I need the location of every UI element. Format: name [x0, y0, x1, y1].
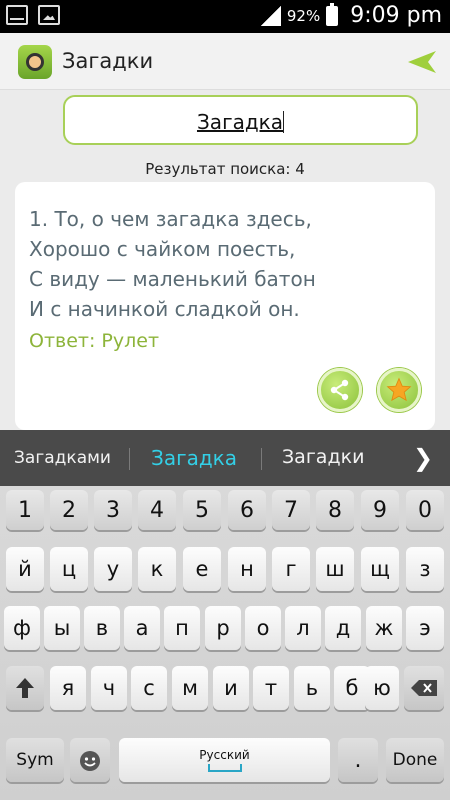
chevron-right-icon[interactable]: ❯ — [413, 444, 433, 472]
key[interactable]: 8 — [316, 490, 354, 530]
key[interactable]: м — [172, 666, 208, 710]
key[interactable]: ь — [294, 666, 330, 710]
emoji-icon — [80, 751, 100, 771]
key[interactable]: у — [94, 547, 132, 591]
period-key[interactable]: . — [338, 738, 378, 782]
key[interactable]: к — [138, 547, 176, 591]
signal-icon — [260, 5, 281, 26]
key[interactable]: 5 — [183, 490, 221, 530]
key[interactable]: с — [131, 666, 167, 710]
emoji-key[interactable] — [70, 738, 110, 782]
space-key[interactable]: Русский — [119, 738, 330, 782]
key[interactable]: 1 — [6, 490, 44, 530]
app-logo-icon — [18, 45, 52, 79]
text-cursor — [283, 111, 284, 133]
suggestion-item[interactable]: Загадками — [14, 448, 111, 468]
key[interactable]: ш — [316, 547, 354, 591]
riddle-card: 1. То, о чем загадка здесь, Хорошо с чай… — [15, 182, 435, 430]
shift-key[interactable] — [6, 666, 44, 710]
key[interactable]: т — [253, 666, 289, 710]
star-icon — [386, 377, 412, 402]
key[interactable]: н — [228, 547, 266, 591]
key[interactable]: д — [325, 606, 361, 650]
key[interactable]: 0 — [406, 490, 444, 530]
done-key[interactable]: Done — [386, 738, 444, 782]
favorite-button[interactable] — [377, 368, 421, 412]
key[interactable]: й — [6, 547, 44, 591]
riddle-line: Хорошо с чайком поесть, — [29, 237, 296, 261]
key[interactable]: 2 — [50, 490, 88, 530]
key[interactable]: в — [84, 606, 120, 650]
key[interactable]: 7 — [272, 490, 310, 530]
key[interactable]: ю — [365, 666, 399, 710]
main-content: Загадка Результат поиска: 4 1. То, о чем… — [0, 90, 450, 430]
key[interactable]: я — [50, 666, 86, 710]
key[interactable]: л — [285, 606, 321, 650]
mail-notification-icon — [6, 5, 28, 25]
share-icon — [330, 379, 349, 401]
search-input[interactable]: Загадка — [63, 95, 418, 145]
suggestion-item-selected[interactable]: Загадка — [151, 446, 237, 470]
app-bar: Загадки — [0, 33, 450, 90]
key[interactable]: э — [406, 606, 444, 650]
key[interactable]: ы — [44, 606, 80, 650]
riddle-answer: Ответ: Рулет — [29, 330, 160, 352]
key[interactable]: 4 — [138, 490, 176, 530]
battery-percent: 92% — [286, 6, 321, 25]
search-query: Загадка — [196, 110, 283, 134]
riddle-line: 1. То, о чем загадка здесь, — [29, 207, 312, 231]
key[interactable]: ч — [91, 666, 127, 710]
key[interactable]: ф — [4, 606, 40, 650]
divider — [261, 448, 262, 470]
battery-icon — [326, 2, 339, 26]
key[interactable]: п — [164, 606, 200, 650]
suggestion-item[interactable]: Загадки — [282, 446, 364, 468]
key[interactable]: о — [245, 606, 281, 650]
clock: 9:09 pm — [350, 3, 442, 28]
language-label: Русский — [199, 748, 250, 762]
app-title: Загадки — [62, 49, 154, 73]
image-notification-icon — [38, 5, 60, 25]
suggestion-bar: Загадками Загадка Загадки ❯ — [0, 430, 450, 486]
key[interactable]: и — [213, 666, 249, 710]
key[interactable]: щ — [361, 547, 399, 591]
key[interactable]: ц — [50, 547, 88, 591]
riddle-text: 1. То, о чем загадка здесь, Хорошо с чай… — [29, 204, 316, 324]
share-button[interactable] — [318, 368, 362, 412]
key[interactable]: з — [406, 547, 444, 591]
backspace-key[interactable] — [404, 666, 444, 710]
key[interactable]: р — [205, 606, 241, 650]
shift-icon — [16, 678, 34, 698]
keyboard: 1 2 3 4 5 6 7 8 9 0 й ц у к е н г ш щ з … — [0, 486, 450, 800]
backspace-icon — [411, 680, 437, 696]
riddle-line: И с начинкой сладкой он. — [29, 297, 300, 321]
riddle-line: С виду — маленький батон — [29, 267, 316, 291]
status-bar: 92% 9:09 pm — [0, 0, 450, 33]
send-icon[interactable] — [408, 51, 436, 73]
space-icon — [207, 764, 242, 772]
result-count: Результат поиска: 4 — [145, 160, 305, 178]
key[interactable]: 9 — [361, 490, 399, 530]
sym-key[interactable]: Sym — [6, 738, 64, 782]
divider — [129, 448, 130, 470]
key[interactable]: г — [272, 547, 310, 591]
key[interactable]: ж — [366, 606, 402, 650]
key[interactable]: 3 — [94, 490, 132, 530]
key[interactable]: 6 — [228, 490, 266, 530]
key[interactable]: а — [124, 606, 160, 650]
key[interactable]: е — [183, 547, 221, 591]
